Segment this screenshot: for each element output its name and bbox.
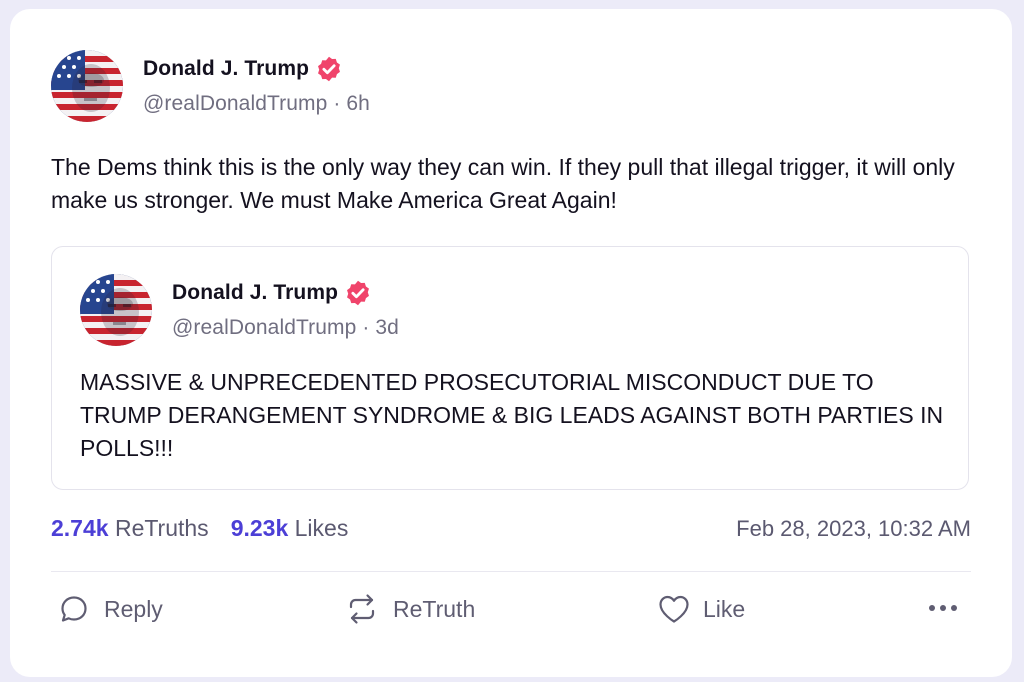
like-button[interactable]: Like	[657, 593, 745, 625]
reply-label: Reply	[104, 595, 163, 622]
retruths-stat[interactable]: 2.74k ReTruths	[51, 515, 209, 542]
american-flag-portrait-avatar-icon	[80, 274, 152, 346]
retruth-arrows-icon	[349, 594, 375, 624]
name-row: Donald J. Trump	[143, 55, 370, 83]
quoted-name-row: Donald J. Trump	[172, 279, 399, 307]
retruths-count: 2.74k	[51, 515, 109, 541]
quoted-author-handle-row: @realDonaldTrump · 3d	[172, 316, 399, 340]
quoted-author-names: Donald J. Trump @realDonaldTrump · 3d	[172, 274, 399, 340]
post-stats-row: 2.74k ReTruths 9.23k Likes Feb 28, 2023,…	[51, 515, 971, 542]
action-divider	[51, 571, 971, 572]
quoted-handle-separator: ·	[362, 316, 370, 339]
likes-stat[interactable]: 9.23k Likes	[231, 515, 349, 542]
handle-separator: ·	[333, 92, 341, 115]
verified-badge-icon	[347, 280, 369, 306]
post-card: Donald J. Trump @realDonaldTrump · 6h Th…	[10, 9, 1012, 677]
retruth-button[interactable]: ReTruth	[345, 593, 475, 625]
retruths-label: ReTruths	[114, 515, 209, 541]
likes-count: 9.23k	[230, 515, 289, 541]
quoted-time-ago[interactable]: 3d	[375, 316, 399, 339]
quoted-author-avatar[interactable]	[80, 274, 152, 346]
quoted-author-display-name[interactable]: Donald J. Trump	[172, 281, 338, 305]
quoted-author-header: Donald J. Trump @realDonaldTrump · 3d	[80, 274, 399, 346]
post-author-header: Donald J. Trump @realDonaldTrump · 6h	[51, 50, 370, 122]
heart-icon	[659, 595, 689, 623]
more-options-icon	[951, 605, 957, 611]
post-time-ago[interactable]: 6h	[346, 92, 370, 115]
likes-label: Likes	[294, 515, 349, 541]
more-options-button[interactable]	[929, 605, 957, 611]
quoted-post[interactable]: Donald J. Trump @realDonaldTrump · 3d MA…	[51, 246, 969, 490]
author-display-name[interactable]: Donald J. Trump	[143, 57, 309, 81]
verified-badge-icon	[318, 56, 340, 82]
american-flag-portrait-avatar-icon	[51, 50, 123, 122]
author-names: Donald J. Trump @realDonaldTrump · 6h	[143, 50, 370, 116]
author-handle[interactable]: @realDonaldTrump	[143, 92, 327, 115]
quoted-post-body-text: MASSIVE & UNPRECEDENTED PROSECUTORIAL MI…	[80, 369, 944, 461]
post-timestamp: Feb 28, 2023, 10:32 AM	[736, 515, 971, 541]
quoted-author-handle[interactable]: @realDonaldTrump	[172, 316, 356, 339]
more-options-icon	[940, 605, 946, 611]
reply-button[interactable]: Reply	[58, 593, 163, 625]
reply-bubble-icon	[61, 596, 87, 622]
retruth-label: ReTruth	[393, 595, 476, 622]
more-options-icon	[929, 605, 935, 611]
author-avatar[interactable]	[51, 50, 123, 122]
like-label: Like	[703, 595, 746, 622]
post-body-text: The Dems think this is the only way they…	[51, 154, 955, 213]
author-handle-row: @realDonaldTrump · 6h	[143, 92, 370, 116]
